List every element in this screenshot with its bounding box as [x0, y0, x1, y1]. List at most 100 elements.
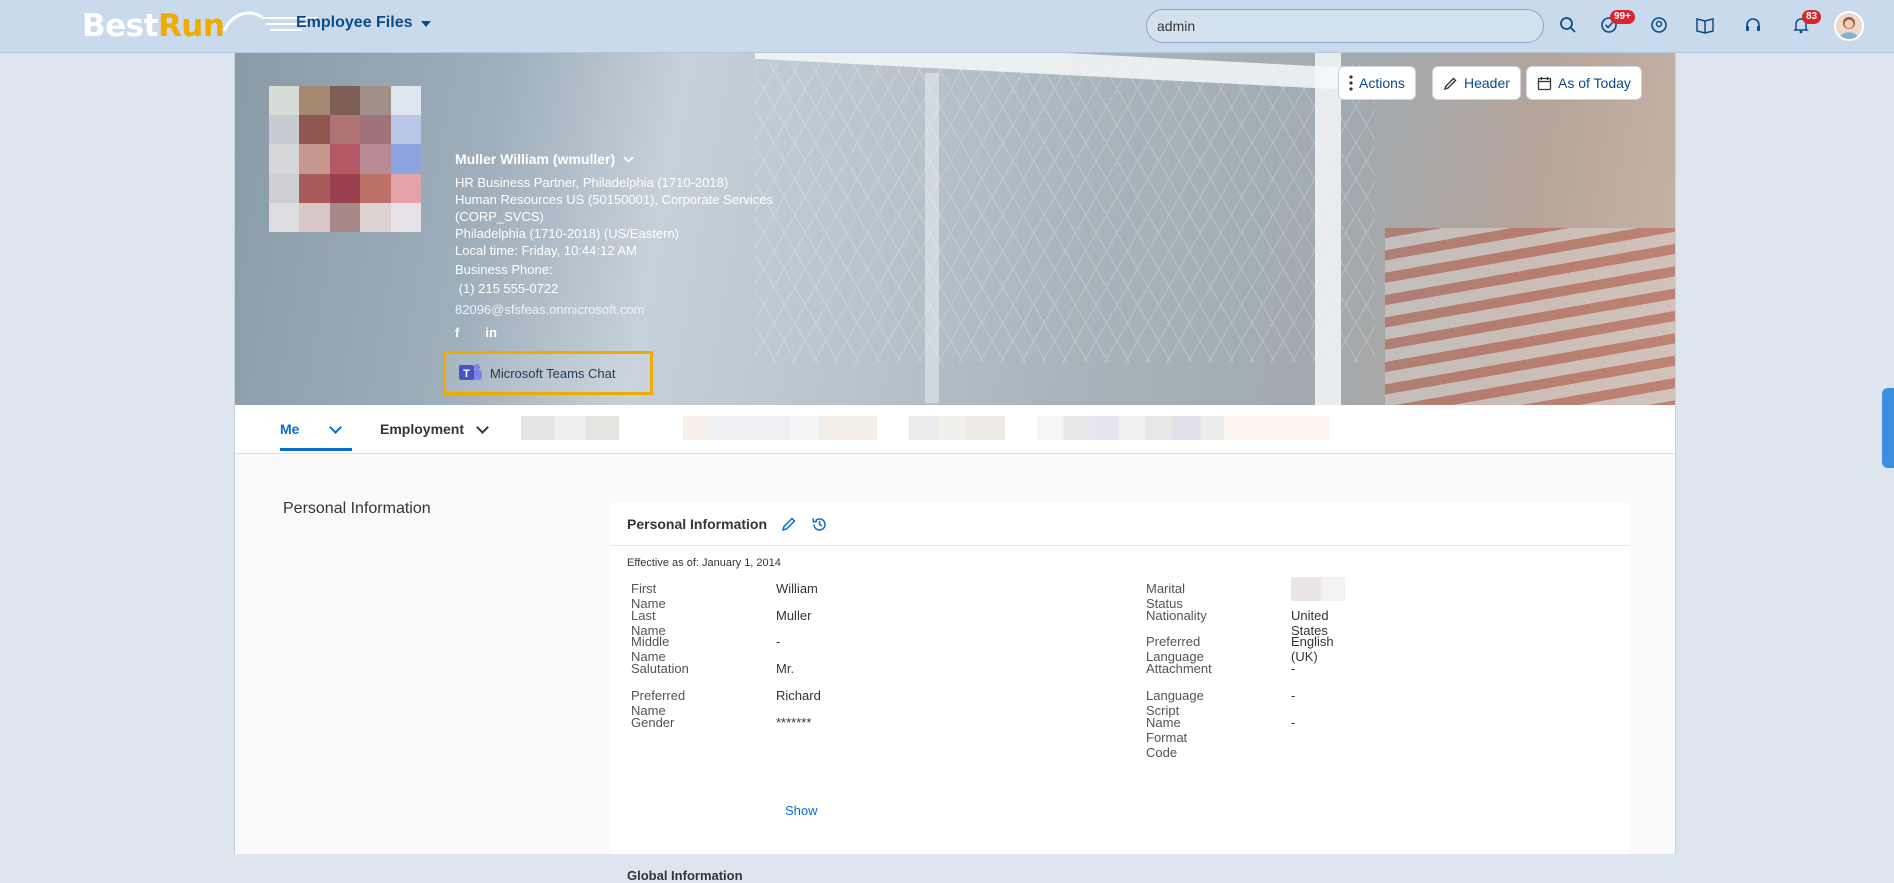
employee-position: HR Business Partner, Philadelphia (1710-… [455, 175, 729, 190]
tab-me-label: Me [280, 421, 300, 437]
field-label: Nationality [1146, 608, 1207, 623]
field-row: Nationality United States [1146, 608, 1329, 638]
microsoft-teams-icon: T [459, 364, 482, 380]
redacted-tab[interactable] [683, 416, 877, 440]
shell-bar: BestRun Employee Files 99+ 83 [0, 0, 1894, 53]
field-value: Muller [776, 608, 812, 623]
notifications-bell-icon[interactable]: 83 [1790, 10, 1822, 36]
field-row: Gender ******* [631, 715, 811, 735]
header-edit-button[interactable]: Header [1432, 66, 1521, 100]
field-value: Mr. [776, 661, 795, 676]
field-row: Last Name Muller [631, 608, 811, 638]
field-value: - [1291, 715, 1296, 730]
tab-employment[interactable]: Employment [380, 405, 489, 453]
redacted-tab[interactable] [1037, 416, 1329, 440]
field-row: Salutation Mr. [631, 661, 794, 681]
employee-file-page: Actions Header As of Today Muller Willia… [234, 53, 1676, 883]
employee-photo[interactable] [269, 86, 421, 232]
field-row: Preferred Name Richard [631, 688, 821, 718]
profile-header-background: Actions Header As of Today Muller Willia… [235, 53, 1675, 405]
caret-down-icon [420, 21, 431, 27]
search-input[interactable] [1146, 9, 1544, 43]
business-phone-link[interactable]: (1) 215 555-0722 [455, 280, 835, 297]
company-logo[interactable]: BestRun [82, 8, 318, 44]
tasks-badge: 99+ [1610, 10, 1635, 24]
show-more-link[interactable]: Show [785, 803, 818, 818]
global-information-heading: Global Information [627, 868, 743, 883]
social-placeholder-icon[interactable] [467, 324, 477, 341]
employee-summary: Muller William (wmuller) HR Business Par… [455, 151, 835, 341]
field-row: Name Format Code - [1146, 715, 1295, 760]
svg-text:T: T [463, 368, 470, 380]
redacted-tab[interactable] [909, 416, 1005, 440]
as-of-label: As of Today [1558, 75, 1631, 91]
facebook-icon[interactable]: f [455, 324, 459, 341]
teams-chat-button[interactable]: T Microsoft Teams Chat [443, 351, 653, 395]
people-search-icon[interactable] [1648, 14, 1670, 36]
notifications-badge: 83 [1802, 10, 1822, 24]
tab-employment-label: Employment [380, 421, 465, 437]
field-value: - [1291, 688, 1296, 703]
effective-date: Effective as of: January 1, 2014 [627, 557, 781, 569]
chevron-down-icon [623, 156, 634, 163]
teams-chat-label: Microsoft Teams Chat [490, 365, 616, 381]
social-links: f in [455, 324, 835, 341]
actions-label: Actions [1359, 75, 1405, 91]
field-row: Language Script - [1146, 688, 1295, 718]
field-label: Marital Status [1146, 581, 1186, 611]
personal-information-card: Personal Information Effective as of: Ja… [611, 502, 1629, 883]
field-value: Richard [776, 688, 821, 703]
app-title-menu[interactable]: Employee Files [296, 14, 431, 32]
as-of-today-button[interactable]: As of Today [1526, 66, 1642, 100]
edit-pencil-icon[interactable] [781, 516, 797, 532]
card-title: Personal Information [627, 516, 768, 532]
field-label: Last Name [631, 608, 666, 638]
employee-email-link[interactable]: 82096@sfsfeas.onmicrosoft.com [455, 301, 835, 318]
linkedin-icon[interactable]: in [485, 324, 497, 341]
headset-icon[interactable] [1742, 14, 1764, 36]
field-label: Language Script [1146, 688, 1204, 718]
field-label: Preferred Language [1146, 634, 1204, 664]
tasks-icon[interactable]: 99+ [1598, 10, 1635, 36]
field-row: First Name William [631, 581, 818, 611]
field-label: Middle Name [631, 634, 670, 664]
chevron-down-icon [476, 420, 489, 434]
employee-department: Human Resources US (50150001), Corporate… [455, 192, 773, 207]
field-value [1291, 577, 1345, 601]
chevron-down-icon [329, 420, 343, 434]
pencil-icon [1443, 77, 1457, 90]
field-value: - [776, 634, 781, 649]
tab-me[interactable]: Me [280, 405, 352, 453]
employee-location: Philadelphia (1710-2018) (US/Eastern) [455, 226, 680, 241]
redacted-tab[interactable] [521, 416, 619, 440]
learning-book-icon[interactable] [1694, 14, 1716, 36]
side-panel-toggle[interactable] [1882, 388, 1894, 468]
section-nav-personal-information[interactable]: Personal Information [283, 500, 431, 518]
field-value: English (UK) [1291, 634, 1334, 664]
calendar-icon [1537, 76, 1552, 90]
user-avatar[interactable] [1834, 11, 1864, 41]
history-icon[interactable] [811, 516, 828, 533]
field-label: Gender [631, 715, 675, 730]
logo-best-text: Best [82, 8, 158, 44]
field-row: Middle Name - [631, 634, 780, 664]
field-row: Marital Status [1146, 577, 1345, 611]
logo-run-text: Run [157, 8, 225, 44]
employee-name: Muller William (wmuller) [455, 151, 616, 167]
employee-local-time: Local time: Friday, 10:44:12 AM [455, 243, 637, 258]
field-label: Attachment [1146, 661, 1212, 676]
field-value: - [1291, 661, 1296, 676]
field-row: Attachment - [1146, 661, 1295, 681]
employee-name-menu[interactable]: Muller William (wmuller) [455, 151, 835, 168]
field-label: Name Format Code [1146, 715, 1188, 760]
field-label: Salutation [631, 661, 689, 676]
search-icon[interactable] [1557, 14, 1579, 36]
field-label: First Name [631, 581, 666, 611]
divider [611, 545, 1629, 546]
field-row: Preferred Language English (UK) [1146, 634, 1334, 664]
header-label: Header [1464, 75, 1510, 91]
actions-button[interactable]: Actions [1338, 66, 1416, 100]
employee-division: (CORP_SVCS) [455, 209, 544, 224]
app-title: Employee Files [296, 14, 413, 31]
more-vertical-icon [1349, 75, 1353, 91]
